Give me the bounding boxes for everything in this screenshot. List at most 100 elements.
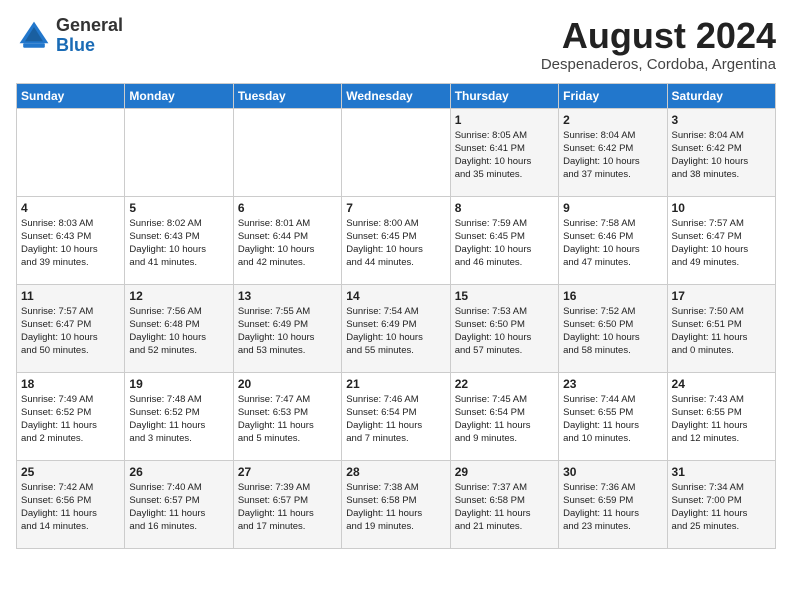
location: Despenaderos, Cordoba, Argentina	[541, 56, 776, 73]
calendar-cell: 24Sunrise: 7:43 AM Sunset: 6:55 PM Dayli…	[667, 372, 775, 460]
page-header: General Blue August 2024 Despenaderos, C…	[16, 16, 776, 73]
calendar-cell: 7 Sunrise: 8:00 AM Sunset: 6:45 PM Daylig…	[342, 196, 450, 284]
cell-content: Sunrise: 7:58 AM Sunset: 6:46 PM Dayligh…	[563, 217, 662, 270]
calendar-cell: 10 Sunrise: 7:57 AM Sunset: 6:47 PM Dayli…	[667, 196, 775, 284]
cell-content: Sunrise: 7:47 AM Sunset: 6:53 PM Dayligh…	[238, 393, 337, 446]
cell-content: Sunrise: 7:40 AM Sunset: 6:57 PM Dayligh…	[129, 481, 228, 534]
cell-content: Sunrise: 7:38 AM Sunset: 6:58 PM Dayligh…	[346, 481, 445, 534]
calendar-cell: 31 Sunrise: 7:34 AM Sunset: 7:00 PM Dayli…	[667, 460, 775, 548]
day-number: 3	[672, 113, 771, 127]
day-number: 6	[238, 201, 337, 215]
day-number: 14	[346, 289, 445, 303]
cell-content: Sunrise: 7:53 AM Sunset: 6:50 PM Dayligh…	[455, 305, 554, 358]
cell-content: Sunrise: 7:57 AM Sunset: 6:47 PM Dayligh…	[672, 217, 771, 270]
day-number: 27	[238, 465, 337, 479]
cell-content: Sunrise: 8:05 AM Sunset: 6:41 PM Dayligh…	[455, 129, 554, 182]
weekday-header-monday: Monday	[125, 83, 233, 108]
cell-content: Sunrise: 7:37 AM Sunset: 6:58 PM Dayligh…	[455, 481, 554, 534]
calendar-cell	[125, 108, 233, 196]
calendar-cell: 13Sunrise: 7:55 AM Sunset: 6:49 PM Dayli…	[233, 284, 341, 372]
day-number: 7	[346, 201, 445, 215]
calendar-cell: 28 Sunrise: 7:38 AM Sunset: 6:58 PM Dayli…	[342, 460, 450, 548]
calendar-cell	[342, 108, 450, 196]
cell-content: Sunrise: 8:01 AM Sunset: 6:44 PM Dayligh…	[238, 217, 337, 270]
day-number: 16	[563, 289, 662, 303]
day-number: 30	[563, 465, 662, 479]
cell-content: Sunrise: 7:59 AM Sunset: 6:45 PM Dayligh…	[455, 217, 554, 270]
cell-content: Sunrise: 7:48 AM Sunset: 6:52 PM Dayligh…	[129, 393, 228, 446]
cell-content: Sunrise: 7:56 AM Sunset: 6:48 PM Dayligh…	[129, 305, 228, 358]
calendar-cell: 1 Sunrise: 8:05 AM Sunset: 6:41 PM Daylig…	[450, 108, 558, 196]
calendar-cell: 11Sunrise: 7:57 AM Sunset: 6:47 PM Dayli…	[17, 284, 125, 372]
cell-content: Sunrise: 7:34 AM Sunset: 7:00 PM Dayligh…	[672, 481, 771, 534]
day-number: 29	[455, 465, 554, 479]
weekday-header-wednesday: Wednesday	[342, 83, 450, 108]
calendar-cell: 9 Sunrise: 7:58 AM Sunset: 6:46 PM Daylig…	[559, 196, 667, 284]
cell-content: Sunrise: 7:42 AM Sunset: 6:56 PM Dayligh…	[21, 481, 120, 534]
cell-content: Sunrise: 7:46 AM Sunset: 6:54 PM Dayligh…	[346, 393, 445, 446]
day-number: 1	[455, 113, 554, 127]
calendar-week-2: 4 Sunrise: 8:03 AM Sunset: 6:43 PM Daylig…	[17, 196, 776, 284]
day-number: 8	[455, 201, 554, 215]
calendar-cell: 20 Sunrise: 7:47 AM Sunset: 6:53 PM Dayli…	[233, 372, 341, 460]
weekday-header-thursday: Thursday	[450, 83, 558, 108]
cell-content: Sunrise: 7:55 AM Sunset: 6:49 PM Dayligh…	[238, 305, 337, 358]
cell-content: Sunrise: 7:36 AM Sunset: 6:59 PM Dayligh…	[563, 481, 662, 534]
cell-content: Sunrise: 8:04 AM Sunset: 6:42 PM Dayligh…	[563, 129, 662, 182]
calendar-cell: 3 Sunrise: 8:04 AM Sunset: 6:42 PM Daylig…	[667, 108, 775, 196]
cell-content: Sunrise: 7:49 AM Sunset: 6:52 PM Dayligh…	[21, 393, 120, 446]
calendar-cell: 18 Sunrise: 7:49 AM Sunset: 6:52 PM Dayli…	[17, 372, 125, 460]
calendar-cell: 27Sunrise: 7:39 AM Sunset: 6:57 PM Dayli…	[233, 460, 341, 548]
calendar-cell: 6 Sunrise: 8:01 AM Sunset: 6:44 PM Daylig…	[233, 196, 341, 284]
day-number: 10	[672, 201, 771, 215]
calendar-cell: 16 Sunrise: 7:52 AM Sunset: 6:50 PM Dayli…	[559, 284, 667, 372]
cell-content: Sunrise: 7:54 AM Sunset: 6:49 PM Dayligh…	[346, 305, 445, 358]
calendar-cell: 21Sunrise: 7:46 AM Sunset: 6:54 PM Dayli…	[342, 372, 450, 460]
day-number: 23	[563, 377, 662, 391]
calendar-cell: 2 Sunrise: 8:04 AM Sunset: 6:42 PM Daylig…	[559, 108, 667, 196]
day-number: 18	[21, 377, 120, 391]
calendar-cell: 15 Sunrise: 7:53 AM Sunset: 6:50 PM Dayli…	[450, 284, 558, 372]
day-number: 19	[129, 377, 228, 391]
calendar-cell: 5Sunrise: 8:02 AM Sunset: 6:43 PM Daylig…	[125, 196, 233, 284]
calendar-cell: 29 Sunrise: 7:37 AM Sunset: 6:58 PM Dayli…	[450, 460, 558, 548]
day-number: 9	[563, 201, 662, 215]
calendar-cell	[233, 108, 341, 196]
calendar-cell: 12 Sunrise: 7:56 AM Sunset: 6:48 PM Dayli…	[125, 284, 233, 372]
weekday-header-saturday: Saturday	[667, 83, 775, 108]
calendar-week-5: 25 Sunrise: 7:42 AM Sunset: 6:56 PM Dayli…	[17, 460, 776, 548]
day-number: 24	[672, 377, 771, 391]
day-number: 5	[129, 201, 228, 215]
calendar-week-3: 11Sunrise: 7:57 AM Sunset: 6:47 PM Dayli…	[17, 284, 776, 372]
calendar-cell: 22Sunrise: 7:45 AM Sunset: 6:54 PM Dayli…	[450, 372, 558, 460]
calendar-cell: 8 Sunrise: 7:59 AM Sunset: 6:45 PM Daylig…	[450, 196, 558, 284]
day-number: 31	[672, 465, 771, 479]
calendar-cell: 19 Sunrise: 7:48 AM Sunset: 6:52 PM Dayli…	[125, 372, 233, 460]
month-year: August 2024	[541, 16, 776, 56]
day-number: 25	[21, 465, 120, 479]
day-number: 11	[21, 289, 120, 303]
calendar-week-4: 18 Sunrise: 7:49 AM Sunset: 6:52 PM Dayli…	[17, 372, 776, 460]
cell-content: Sunrise: 8:03 AM Sunset: 6:43 PM Dayligh…	[21, 217, 120, 270]
calendar-cell: 30 Sunrise: 7:36 AM Sunset: 6:59 PM Dayli…	[559, 460, 667, 548]
cell-content: Sunrise: 8:04 AM Sunset: 6:42 PM Dayligh…	[672, 129, 771, 182]
calendar-cell: 4 Sunrise: 8:03 AM Sunset: 6:43 PM Daylig…	[17, 196, 125, 284]
cell-content: Sunrise: 7:44 AM Sunset: 6:55 PM Dayligh…	[563, 393, 662, 446]
day-number: 28	[346, 465, 445, 479]
day-number: 2	[563, 113, 662, 127]
cell-content: Sunrise: 8:00 AM Sunset: 6:45 PM Dayligh…	[346, 217, 445, 270]
day-number: 12	[129, 289, 228, 303]
calendar-cell: 26Sunrise: 7:40 AM Sunset: 6:57 PM Dayli…	[125, 460, 233, 548]
logo-blue: Blue	[56, 36, 123, 56]
day-number: 4	[21, 201, 120, 215]
calendar-cell: 14 Sunrise: 7:54 AM Sunset: 6:49 PM Dayli…	[342, 284, 450, 372]
day-number: 20	[238, 377, 337, 391]
weekday-header-row: SundayMondayTuesdayWednesdayThursdayFrid…	[17, 83, 776, 108]
cell-content: Sunrise: 7:52 AM Sunset: 6:50 PM Dayligh…	[563, 305, 662, 358]
logo: General Blue	[16, 16, 123, 56]
weekday-header-friday: Friday	[559, 83, 667, 108]
calendar-cell	[17, 108, 125, 196]
calendar-cell: 17Sunrise: 7:50 AM Sunset: 6:51 PM Dayli…	[667, 284, 775, 372]
day-number: 22	[455, 377, 554, 391]
day-number: 15	[455, 289, 554, 303]
